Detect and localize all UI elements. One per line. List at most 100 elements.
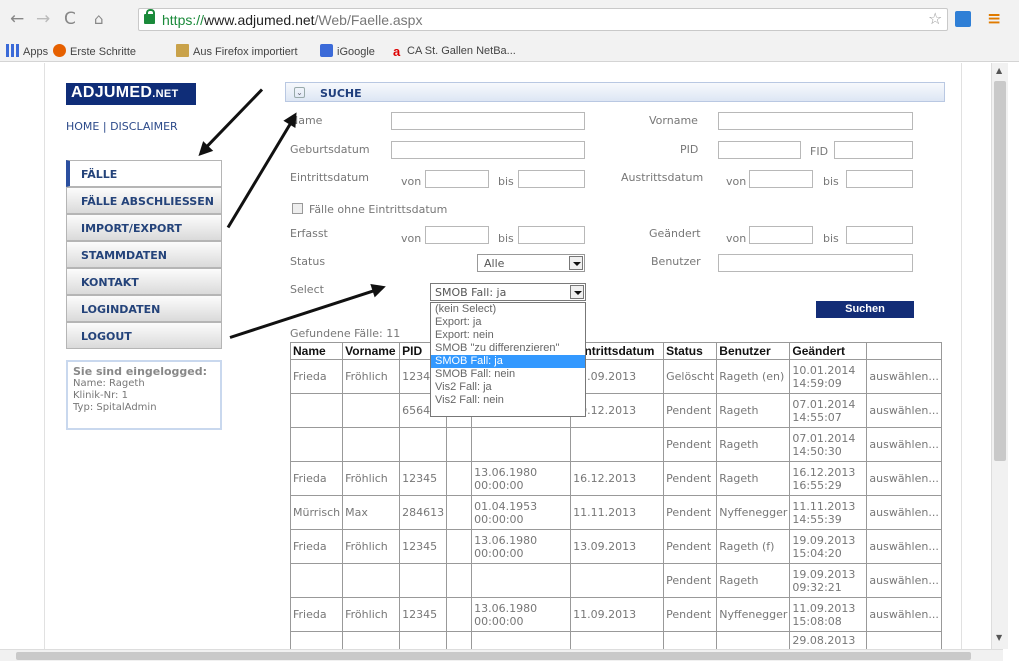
bookmark-erste-schritte[interactable]: Erste Schritte (53, 44, 136, 58)
col-geaendert[interactable]: Geändert (789, 342, 868, 360)
select-row-link[interactable]: auswählen... (866, 359, 942, 394)
table-cell (342, 393, 401, 428)
geburtsdatum-label: Geburtsdatum (290, 143, 370, 156)
fid-input[interactable] (834, 141, 913, 159)
eintritt-von-label: von (401, 175, 422, 188)
status-select[interactable]: Alle (477, 254, 585, 272)
col-benutzer[interactable]: Benutzer (716, 342, 791, 360)
select-row-link[interactable]: auswählen... (866, 529, 942, 564)
bookmark-ca-stgallen[interactable]: a CA St. Gallen NetBa... (393, 44, 516, 59)
menu-item-import-export[interactable]: IMPORT/EXPORT (66, 214, 222, 241)
select-option[interactable]: Export: ja (431, 316, 585, 329)
erfasst-bis-input[interactable] (518, 226, 585, 244)
eintritt-von-input[interactable] (425, 170, 489, 188)
table-cell: Pendent (663, 461, 718, 496)
select-option[interactable]: Vis2 Fall: ja (431, 381, 585, 394)
table-cell: 12345 (399, 461, 448, 496)
select-option[interactable]: Export: nein (431, 329, 585, 342)
horizontal-scroll-thumb[interactable] (16, 652, 971, 660)
forward-icon[interactable]: → (36, 9, 50, 29)
bookmark-igoogle[interactable]: iGoogle (320, 44, 375, 58)
results-count: Gefundene Fälle: 11 (290, 327, 401, 340)
eintrittsdatum-label: Eintrittsdatum (290, 171, 369, 184)
geburtsdatum-input[interactable] (391, 141, 585, 159)
select-row-link[interactable]: auswählen... (866, 461, 942, 496)
bookmark-apps[interactable]: Apps (6, 44, 48, 58)
menu-item-kontakt[interactable]: KONTAKT (66, 268, 222, 295)
table-cell: Pendent (663, 427, 718, 462)
menu-icon[interactable]: ≡ (987, 9, 1001, 29)
top-links[interactable]: HOME | DISCLAIMER (66, 120, 178, 133)
menu-item-faelle-abschliessen[interactable]: FÄLLE ABSCHLIESSEN (66, 187, 222, 214)
select-row-link[interactable] (866, 631, 942, 650)
select-row-link[interactable]: auswählen... (866, 563, 942, 598)
col-status[interactable]: Status (663, 342, 718, 360)
vertical-scrollbar[interactable]: ▲ ▼ (991, 63, 1008, 649)
select-option[interactable]: Vis2 Fall: nein (431, 394, 585, 407)
table-row[interactable]: Pendent Rageth 19.09.2013 09:32:21 auswähle… (289, 563, 942, 598)
eintritt-bis-input[interactable] (518, 170, 585, 188)
erfasst-von-input[interactable] (425, 226, 489, 244)
pid-input[interactable] (718, 141, 801, 159)
table-row[interactable]: Frieda Fröhlich 12345 13.06.1980 00:00:00 13… (289, 529, 942, 564)
table-cell: Rageth (716, 461, 791, 496)
table-row[interactable]: Mürrisch Max 284613 01.04.1953 00:00:00 11.1… (289, 495, 942, 530)
austritt-bis-input[interactable] (846, 170, 913, 188)
extension-icon[interactable] (955, 11, 971, 27)
select-row-link[interactable]: auswählen... (866, 427, 942, 462)
ohne-eintritt-checkbox[interactable] (292, 203, 303, 214)
select-options-list: (kein Select) Export: ja Export: nein SM… (430, 302, 586, 417)
geaendert-von-input[interactable] (749, 226, 813, 244)
table-cell: Pendent (663, 393, 718, 428)
url-text: https://www.adjumed.net/Web/Faelle.aspx (162, 12, 423, 28)
select-row-link[interactable]: auswählen... (866, 393, 942, 428)
table-cell: Fröhlich (342, 529, 401, 564)
select-option[interactable]: SMOB "zu differenzieren" (431, 342, 585, 355)
menu-item-logout[interactable]: LOGOUT (66, 322, 222, 349)
collapse-icon[interactable]: ⌄ (294, 87, 305, 98)
horizontal-scrollbar[interactable] (0, 649, 1003, 661)
site-logo[interactable]: ADJUMED.NET (66, 83, 196, 105)
vertical-scroll-thumb[interactable] (994, 81, 1006, 461)
reload-icon[interactable]: C (64, 9, 76, 29)
table-cell (342, 563, 401, 598)
back-icon[interactable]: ← (10, 9, 24, 29)
table-cell: 12345 (399, 529, 448, 564)
geaendert-bis-input[interactable] (846, 226, 913, 244)
select-dropdown[interactable]: SMOB Fall: ja (430, 283, 586, 301)
bookmark-star-icon[interactable]: ☆ (928, 9, 942, 28)
home-icon[interactable]: ⌂ (94, 9, 104, 29)
austritt-von-input[interactable] (749, 170, 813, 188)
table-row[interactable]: Pendent Rageth 07.01.2014 14:50:30 auswähle… (289, 427, 942, 462)
scroll-down-icon[interactable]: ▼ (996, 633, 1002, 642)
table-cell: 13.06.1980 00:00:00 (471, 461, 572, 496)
benutzer-input[interactable] (718, 254, 913, 272)
table-row[interactable]: Frieda Fröhlich 12345 13.06.1980 00:00:00 16… (289, 461, 942, 496)
vorname-input[interactable] (718, 112, 913, 130)
bookmarks-bar: Apps Erste Schritte Aus Firefox importie… (0, 40, 1019, 62)
select-option-highlighted[interactable]: SMOB Fall: ja (431, 355, 585, 368)
menu-item-stammdaten[interactable]: STAMMDATEN (66, 241, 222, 268)
search-button[interactable]: Suchen (816, 301, 914, 318)
table-cell (342, 631, 401, 650)
table-row[interactable]: Frieda Fröhlich 12345 13.06.1980 00:00:00 11… (289, 597, 942, 632)
select-option[interactable]: SMOB Fall: nein (431, 368, 585, 381)
austritt-von-label: von (726, 175, 747, 188)
table-row[interactable]: Frieda Fröhlich 1234 12.09.2013 Gelöscht Rage… (289, 359, 942, 394)
bookmark-folder-firefox[interactable]: Aus Firefox importiert (176, 44, 298, 58)
select-row-link[interactable]: auswählen... (866, 495, 942, 530)
table-cell: 19.09.2013 09:32:21 (789, 563, 868, 598)
eintritt-bis-label: bis (498, 175, 514, 188)
scroll-up-icon[interactable]: ▲ (996, 66, 1002, 75)
search-panel-header[interactable]: ⌄ SUCHE (285, 82, 945, 102)
name-input[interactable] (391, 112, 585, 130)
select-option[interactable]: (kein Select) (431, 303, 585, 316)
col-vorname[interactable]: Vorname (342, 342, 401, 360)
select-row-link[interactable]: auswählen... (866, 597, 942, 632)
table-row[interactable]: 29.08.2013 (289, 631, 942, 650)
col-name[interactable]: Name (289, 342, 344, 360)
table-row[interactable]: 6564 09.12.2013 Pendent Rageth 07.01.2014 14… (289, 393, 942, 428)
address-bar[interactable]: https://www.adjumed.net/Web/Faelle.aspx (138, 8, 948, 31)
menu-item-faelle[interactable]: FÄLLE (66, 160, 222, 187)
menu-item-logindaten[interactable]: LOGINDATEN (66, 295, 222, 322)
